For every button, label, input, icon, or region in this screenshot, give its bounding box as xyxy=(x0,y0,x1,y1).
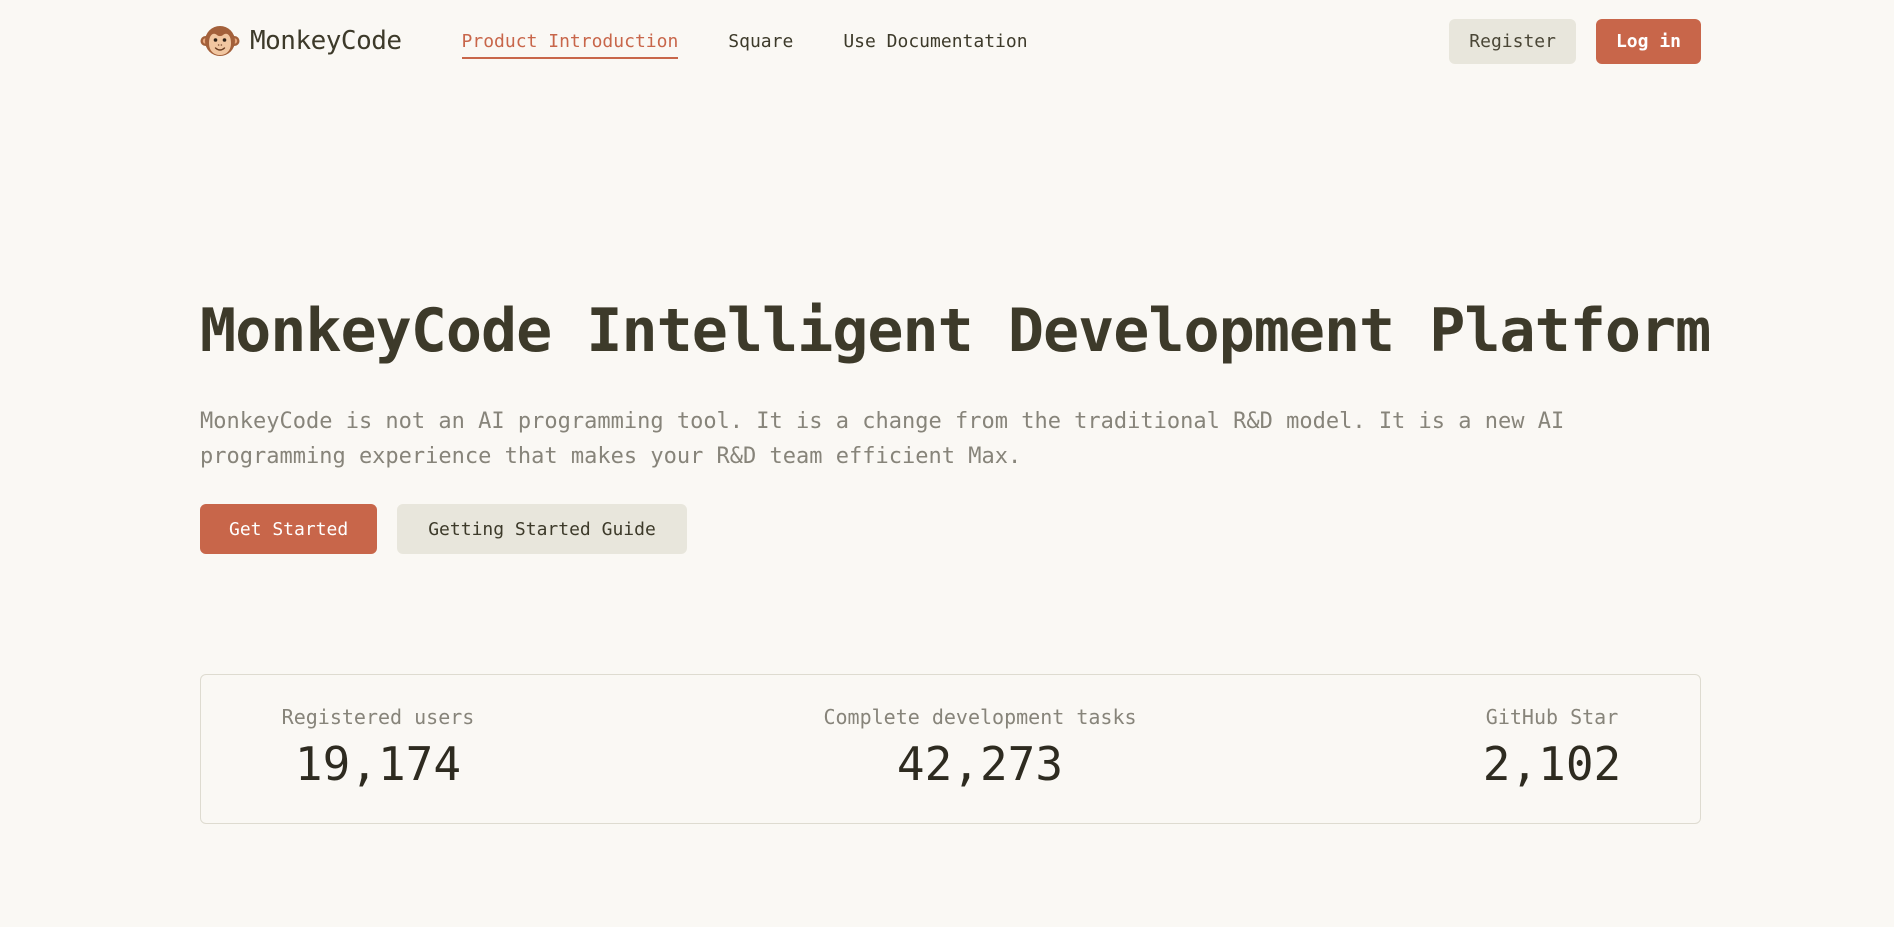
stat-registered-users: Registered users 19,174 xyxy=(281,705,475,791)
getting-started-guide-button[interactable]: Getting Started Guide xyxy=(397,504,687,554)
monkey-icon xyxy=(200,21,240,61)
top-navbar: MonkeyCode Product Introduction Square U… xyxy=(200,0,1701,82)
stat-label: Complete development tasks xyxy=(823,705,1137,729)
logo-text: MonkeyCode xyxy=(250,26,402,56)
nav-product-introduction[interactable]: Product Introduction xyxy=(461,25,678,59)
auth-buttons: Register Log in xyxy=(1449,18,1701,64)
register-button[interactable]: Register xyxy=(1449,18,1576,64)
stat-label: GitHub Star xyxy=(1485,705,1619,729)
login-button[interactable]: Log in xyxy=(1595,18,1701,64)
hero-description: MonkeyCode is not an AI programming tool… xyxy=(200,409,1565,469)
main-nav: Product Introduction Square Use Document… xyxy=(461,25,1028,59)
stats-panel: Registered users 19,174 Complete develop… xyxy=(200,674,1701,824)
stat-label: Registered users xyxy=(281,705,475,729)
nav-square[interactable]: Square xyxy=(728,25,793,58)
stat-value: 19,174 xyxy=(294,737,462,791)
get-started-button[interactable]: Get Started xyxy=(200,504,378,554)
hero-title: MonkeyCode Intelligent Development Platf… xyxy=(200,296,1711,366)
stat-value: 42,273 xyxy=(896,737,1064,791)
stat-development-tasks: Complete development tasks 42,273 xyxy=(823,705,1137,791)
stat-value: 2,102 xyxy=(1482,737,1622,791)
nav-use-documentation[interactable]: Use Documentation xyxy=(843,25,1027,58)
stat-github-star: GitHub Star 2,102 xyxy=(1482,705,1622,791)
logo-link[interactable]: MonkeyCode xyxy=(200,21,402,61)
hero-actions: Get Started Getting Started Guide xyxy=(200,504,1701,554)
